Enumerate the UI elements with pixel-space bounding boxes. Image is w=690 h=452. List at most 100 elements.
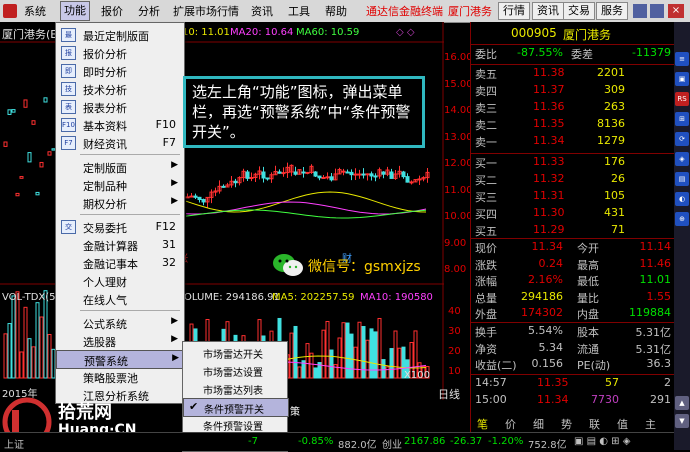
menu-item-0[interactable]: 最最近定制版面 [56,26,184,43]
candle-body [345,171,350,174]
menu-item-13[interactable]: 个人理财 [56,272,184,289]
app-icon[interactable] [3,4,17,18]
candle-body [317,175,322,179]
menu-item-label: 预警系统 [84,355,128,368]
menu-item-label: 选股器 [83,336,116,349]
menu-item-label: 策略股票池 [83,372,138,385]
volume-bar [325,320,330,379]
submenu-item-0[interactable]: 市场雷达开关 [183,344,287,361]
candle-body [361,173,366,176]
menu-item-15[interactable]: 公式系统 ▶ [56,314,184,331]
sell-volume: 1279 [597,134,625,147]
stat-value: 5.31亿 [635,342,672,356]
menu-item-16[interactable]: 选股器 ▶ [56,332,184,349]
menu-help[interactable]: 帮助 [325,3,347,19]
stat-label: 涨幅 [475,275,497,288]
sell-volume: 263 [604,100,625,113]
toolbar-btn-7[interactable]: ▤ [675,172,689,186]
menu-item-17[interactable]: 预警系统 ▶ [56,350,186,369]
toolbar-btn-6[interactable]: ◈ [675,152,689,166]
buy-row[interactable]: 买二 11.32 26 [471,172,675,188]
sell-volume: 8136 [597,117,625,130]
menu-item-8[interactable]: 定制品种 ▶ [56,176,184,193]
submenu-item-4[interactable]: 条件预警设置 [183,416,287,433]
toolbar-btn-9[interactable]: ⊕ [675,212,689,226]
toolbar-btn-1[interactable]: ≡ [675,52,689,66]
menu-info[interactable]: 资讯 [251,3,273,19]
candle-body [329,176,334,181]
submenu-arrow-icon: ▶ [171,178,178,188]
menu-tools[interactable]: 工具 [288,3,310,19]
menu-item-11[interactable]: 金融计算器 31 [56,236,184,253]
submenu-item-1[interactable]: 市场雷达设置 [183,362,287,379]
candle-body [11,109,16,113]
submenu-item-2[interactable]: 市场雷达列表 [183,380,287,397]
minimize-icon[interactable] [633,4,647,18]
stat-value: 11.34 [531,240,564,253]
menu-item-10[interactable]: 交交易委托 F12 [56,218,184,235]
menu-function[interactable]: 功能 [60,1,90,21]
candle-body [261,171,266,179]
menu-item-9[interactable]: 期权分析 ▶ [56,194,184,211]
quote-tab[interactable]: 势 [561,416,572,432]
quote-tab[interactable]: 价 [505,416,516,432]
sell-row[interactable]: 卖三 11.36 263 [471,100,675,116]
toolbar-btn-5[interactable]: ⟳ [675,132,689,146]
toolbar-btn-2[interactable]: ▣ [675,72,689,86]
menu-item-12[interactable]: 金融记事本 32 [56,254,184,271]
volume-bar [3,333,8,379]
quote-tab[interactable]: 主 [645,416,656,432]
vol-title: VOL-TDX(5 [2,292,56,303]
menu-quote[interactable]: 报价 [101,3,123,19]
menu-item-5[interactable]: F10 基本资料 F10 [56,116,184,133]
stat-row: 总量 294186 量比 1.55 [471,290,675,306]
candle-body [305,171,310,174]
btn-service[interactable]: 服务 [596,2,628,20]
volume-bar [389,348,394,379]
scroll-down-icon[interactable]: ▼ [675,414,689,428]
quote-tab[interactable]: 细 [533,416,544,432]
menu-item-18[interactable]: 策略股票池 [56,368,184,385]
sell-row[interactable]: 卖二 11.35 8136 [471,117,675,133]
toolbar-btn-4[interactable]: ⊞ [675,112,689,126]
volume-bar [377,317,382,379]
menu-item-3[interactable]: 技技术分析 [56,80,184,97]
quote-tab[interactable]: 值 [617,416,628,432]
stat-label: 股本 [577,326,599,339]
tab-rixian[interactable]: 日线 [438,386,460,402]
menu-system[interactable]: 系统 [24,3,46,19]
sell-row[interactable]: 卖一 11.34 1279 [471,134,675,150]
toolbar-btn-8[interactable]: ◐ [675,192,689,206]
btn-market[interactable]: 行情 [498,2,530,20]
status-icons[interactable]: ▣ ▤ ◐ ⊞ ◈ [574,436,630,447]
menu-item-2[interactable]: 即即时分析 [56,62,184,79]
buy-row[interactable]: 买四 11.30 431 [471,206,675,222]
btn-info[interactable]: 资讯 [532,2,564,20]
menu-item-14[interactable]: 在线人气 [56,290,184,307]
sell-row[interactable]: 卖五 11.38 2201 [471,66,675,82]
candle-body [369,173,374,177]
menu-item-4[interactable]: 表报表分析 [56,98,184,115]
price-tick: 9.00 [444,237,467,249]
stat-label: 现价 [475,242,497,255]
close-icon[interactable]: × [668,4,684,18]
menu-ext-market[interactable]: 扩展市场行情 [173,3,239,19]
sell-row[interactable]: 卖四 11.37 309 [471,83,675,99]
maximize-icon[interactable] [650,4,664,18]
buy-row[interactable]: 买一 11.33 176 [471,155,675,171]
menu-analysis[interactable]: 分析 [138,3,160,19]
quote-tab[interactable]: 联 [589,416,600,432]
menu-item-6[interactable]: F7 财经资讯 F7 [56,134,184,151]
stat-value: 2.16% [528,273,563,286]
menu-item-7[interactable]: 定制版面 ▶ [56,158,184,175]
btn-trade[interactable]: 交易 [563,2,595,20]
menu-item-1[interactable]: 报报价分析 [56,44,184,61]
buy-row[interactable]: 买三 11.31 105 [471,189,675,205]
submenu-item-3[interactable]: ✔ 条件预警开关 [183,398,289,417]
tab-ce[interactable]: 策 [290,403,300,418]
toolbar-btn-3[interactable]: RS [675,92,689,106]
buy-row[interactable]: 买五 11.29 71 [471,223,675,239]
scroll-up-icon[interactable]: ▲ [675,396,689,410]
quote-tab[interactable]: 笔 [477,416,488,432]
volume-bar [321,329,326,379]
